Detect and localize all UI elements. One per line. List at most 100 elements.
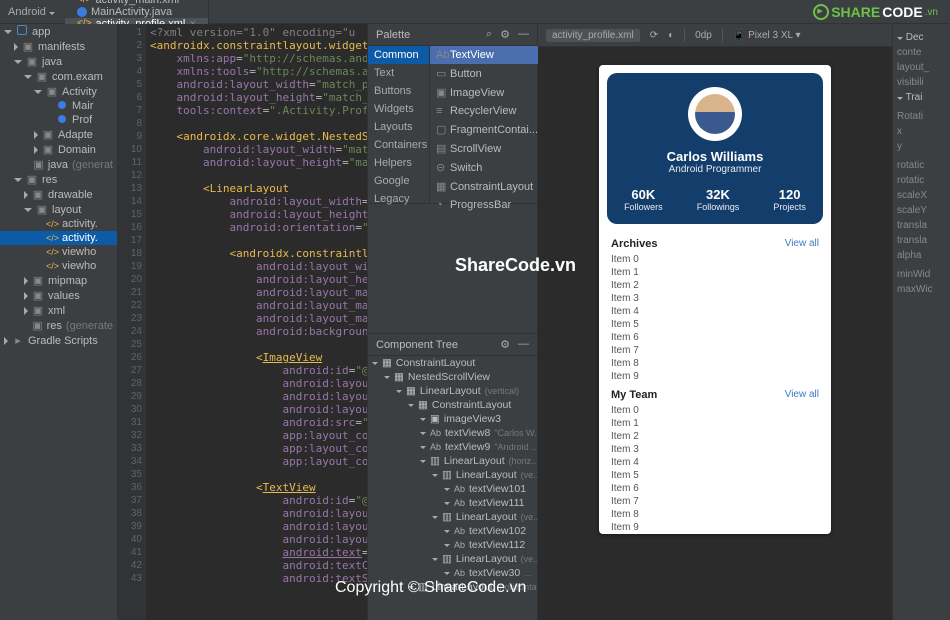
list-item: Item 9 xyxy=(611,521,819,534)
palette-category[interactable]: Layouts xyxy=(368,118,429,136)
theme-icon[interactable]: ◐ xyxy=(668,30,674,41)
code-editor[interactable]: 1234567891011121314151617181920212223242… xyxy=(118,24,368,620)
tree-row[interactable]: ▣res xyxy=(0,172,117,187)
list-item: Item 7 xyxy=(611,344,819,357)
list-item: Item 6 xyxy=(611,482,819,495)
list-item: Item 5 xyxy=(611,469,819,482)
component-tree[interactable]: ▦ConstraintLayout▦NestedScrollView▦Linea… xyxy=(368,356,537,620)
project-tree[interactable]: app▣manifests▣java▣com.exam▣ActivityMair… xyxy=(0,24,118,620)
palette-spacer xyxy=(368,204,537,334)
palette-item[interactable]: ▣ImageView xyxy=(430,83,544,102)
tree-row[interactable]: app xyxy=(0,24,117,39)
component-node[interactable]: ▥LinearLayout (ve... xyxy=(368,510,537,524)
logo-icon xyxy=(813,4,829,20)
preview-toolbar[interactable]: activity_profile.xml ⟳ ◐ 0dp 📱 Pixel 3 X… xyxy=(538,24,892,47)
list-item: Item 0 xyxy=(611,253,819,266)
tree-row[interactable]: </>viewho xyxy=(0,259,117,273)
tree-row[interactable]: ▣Domain xyxy=(0,142,117,157)
list-item: Item 6 xyxy=(611,331,819,344)
tree-row[interactable]: Prof xyxy=(0,113,117,127)
list-item: Item 3 xyxy=(611,443,819,456)
palette-category[interactable]: Containers xyxy=(368,136,429,154)
tree-row[interactable]: ▣Activity xyxy=(0,84,117,99)
tree-row[interactable]: </>activity. xyxy=(0,231,117,245)
tree-row[interactable]: Mair xyxy=(0,99,117,113)
tree-row[interactable]: ▣values xyxy=(0,288,117,303)
component-node[interactable]: ▥LinearLayout (horiz... xyxy=(368,454,537,468)
component-node[interactable]: ▥LinearLayout (ve... xyxy=(368,468,537,482)
palette-item[interactable]: AbTextView xyxy=(430,46,544,64)
tree-row[interactable]: ▣xml xyxy=(0,303,117,318)
component-node[interactable]: ▥LinearLayout (ve... xyxy=(368,552,537,566)
palette-category[interactable]: Common xyxy=(368,46,429,64)
tree-row[interactable]: ▸Gradle Scripts xyxy=(0,333,117,348)
list-item: Item 8 xyxy=(611,357,819,370)
gear-icon[interactable]: ⚙ xyxy=(500,28,510,41)
list-item: Item 9 xyxy=(611,370,819,383)
project-dropdown[interactable]: Android xyxy=(4,6,65,18)
sharecode-logo: SHARECODE.vn xyxy=(813,4,938,20)
palette-category[interactable]: Text xyxy=(368,64,429,82)
minimize-icon[interactable]: — xyxy=(518,28,529,41)
component-node[interactable]: AbtextView112 xyxy=(368,538,537,552)
palette-item[interactable]: ▤ScrollView xyxy=(430,139,544,158)
tree-row[interactable]: ▣layout xyxy=(0,202,117,217)
tree-row[interactable]: ▣manifests xyxy=(0,39,117,54)
list-item: Item 0 xyxy=(611,404,819,417)
palette-header: Palette ⌕⚙— xyxy=(368,24,537,46)
tree-row[interactable]: ▣java xyxy=(0,54,117,69)
tree-row[interactable]: </>activity. xyxy=(0,217,117,231)
view-all-link[interactable]: View all xyxy=(785,238,819,250)
component-node[interactable]: ▦LinearLayout (vertical) xyxy=(368,384,537,398)
palette-category[interactable]: Widgets xyxy=(368,100,429,118)
avatar xyxy=(688,87,742,141)
palette-category[interactable]: Google xyxy=(368,172,429,190)
file-selector[interactable]: activity_profile.xml xyxy=(546,29,640,42)
stat: 60KFollowers xyxy=(624,187,663,212)
list-item: Item 5 xyxy=(611,318,819,331)
minimize-icon[interactable]: — xyxy=(518,338,529,351)
component-node[interactable]: AbtextView102 xyxy=(368,524,537,538)
palette-panel: CommonTextButtonsWidgetsLayoutsContainer… xyxy=(368,46,537,204)
list-item: Item 1 xyxy=(611,266,819,279)
list-item: Item 4 xyxy=(611,456,819,469)
attributes-panel[interactable]: Deccontelayout_visibili TraiRotatixyrota… xyxy=(892,24,950,620)
component-node[interactable]: ▦NestedScrollView xyxy=(368,370,537,384)
palette-category[interactable]: Buttons xyxy=(368,82,429,100)
profile-role: Android Programmer xyxy=(607,164,823,175)
component-node[interactable]: AbtextView111 xyxy=(368,496,537,510)
component-node[interactable]: AbtextView9 "Android ... xyxy=(368,440,537,454)
component-node[interactable]: ▦ConstraintLayout xyxy=(368,398,537,412)
list-item: Item 2 xyxy=(611,279,819,292)
device-selector[interactable]: 📱 Pixel 3 XL ▾ xyxy=(733,30,801,41)
tree-row[interactable]: ▣res (generate xyxy=(0,318,117,333)
tree-row[interactable]: ▣com.exam xyxy=(0,69,117,84)
view-all-link[interactable]: View all xyxy=(785,389,819,401)
palette-item[interactable]: ▭Button xyxy=(430,64,544,83)
component-node[interactable]: AbtextView30 ... xyxy=(368,566,537,580)
tree-row[interactable]: ▣java (generat xyxy=(0,157,117,172)
palette-item[interactable]: ≡RecyclerView xyxy=(430,102,544,120)
tree-row[interactable]: ▣drawable xyxy=(0,187,117,202)
component-node[interactable]: ▣imageView3 xyxy=(368,412,537,426)
component-node[interactable]: AbtextView8 "Carlos W... xyxy=(368,426,537,440)
tree-row[interactable]: ▣mipmap xyxy=(0,273,117,288)
profile-name: Carlos Williams xyxy=(607,149,823,164)
search-icon[interactable]: ⌕ xyxy=(486,28,492,41)
component-node[interactable]: AbtextView101 xyxy=(368,482,537,496)
palette-category[interactable]: Helpers xyxy=(368,154,429,172)
tree-row[interactable]: ▣Adapte xyxy=(0,127,117,142)
list-item: Item 7 xyxy=(611,495,819,508)
tree-row[interactable]: </>viewho xyxy=(0,245,117,259)
component-node[interactable]: ▥LinearLayout (horizontal) xyxy=(368,580,537,594)
stat: 32KFollowings xyxy=(697,187,740,212)
palette-item[interactable]: ⊝Switch xyxy=(430,158,544,177)
list-item: Item 4 xyxy=(611,305,819,318)
gear-icon[interactable]: ⚙ xyxy=(500,338,510,351)
orientation-icon[interactable]: ⟳ xyxy=(650,30,658,41)
zoom-label[interactable]: 0dp xyxy=(695,30,712,41)
palette-item[interactable]: ▦ConstraintLayout xyxy=(430,177,544,196)
editor-tab[interactable]: MainActivity.java xyxy=(65,6,209,18)
component-node[interactable]: ▦ConstraintLayout xyxy=(368,356,537,370)
palette-item[interactable]: ▢FragmentContai... xyxy=(430,120,544,139)
